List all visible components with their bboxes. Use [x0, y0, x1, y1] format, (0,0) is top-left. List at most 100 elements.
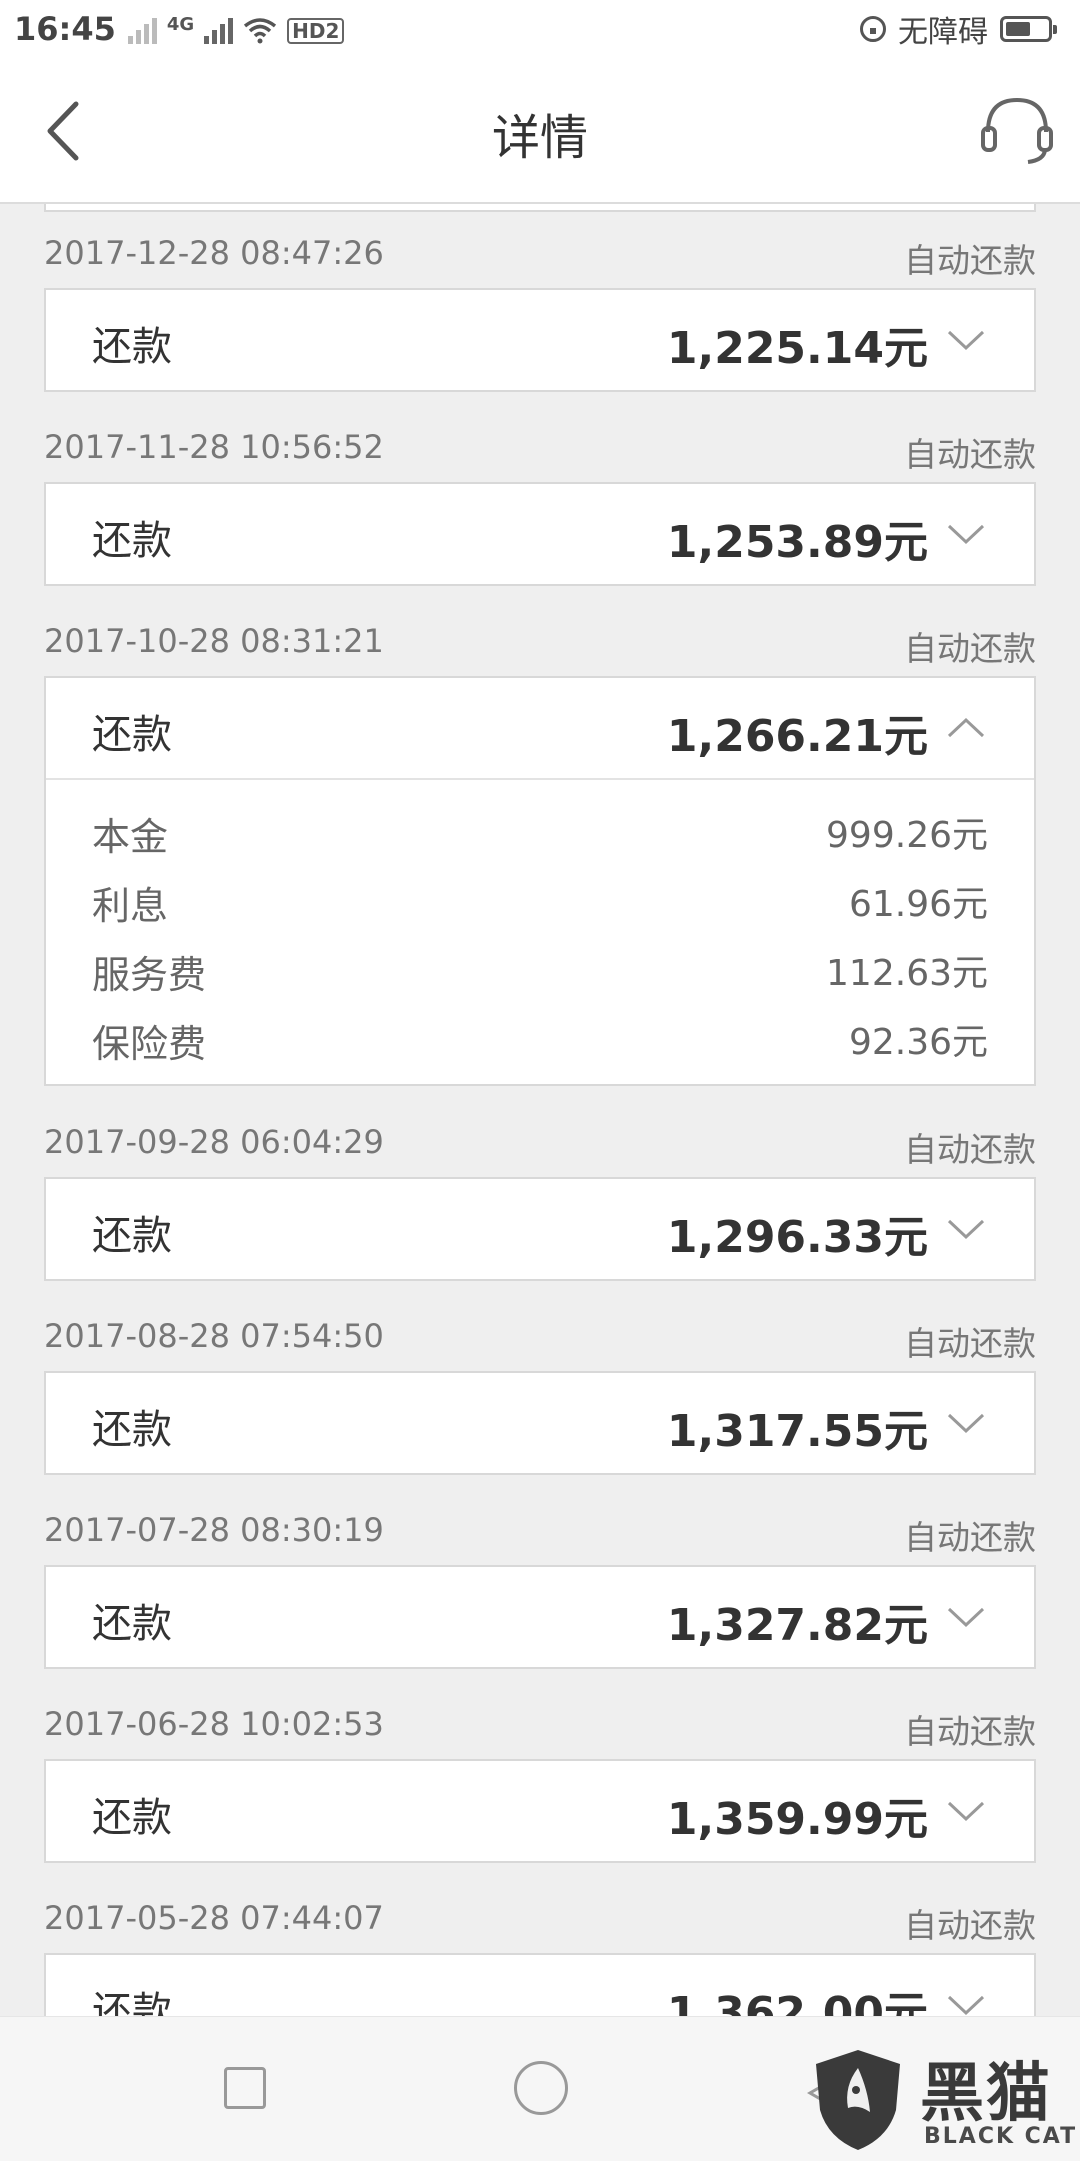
record-timestamp: 2017-12-28 08:47:26 [44, 234, 384, 272]
record-header: 2017-07-28 08:30:19 自动还款 [44, 1481, 1036, 1565]
rotation-lock-icon [860, 16, 886, 42]
record-header: 2017-06-28 10:02:53 自动还款 [44, 1675, 1036, 1759]
repayment-card[interactable]: 还款 1,317.55元 [44, 1371, 1036, 1475]
wifi-icon [244, 18, 277, 44]
breakdown-label: 本金 [92, 815, 169, 859]
repayment-amount: 1,327.82元 [666, 1600, 928, 1651]
signal-icon-sim2 [204, 16, 234, 44]
breakdown-value: 112.63元 [826, 953, 988, 994]
chevron-up-icon[interactable] [946, 716, 986, 740]
battery-icon [1000, 16, 1057, 42]
record-timestamp: 2017-05-28 07:44:07 [44, 1899, 384, 1937]
chevron-down-icon[interactable] [946, 1799, 986, 1823]
breakdown-row-service-fee: 服务费 112.63元 [46, 934, 1034, 1003]
repayment-amount: 1,317.55元 [666, 1406, 928, 1457]
repayment-row[interactable]: 还款 1,266.21元 [46, 678, 1034, 778]
page-title: 详情 [491, 110, 588, 166]
repayment-card[interactable]: 还款 1,266.21元 本金 999.26元 利息 61.96元 服务费 11… [44, 676, 1036, 1086]
watermark-logo: 黑猫 BLACK CAT [808, 2040, 1080, 2160]
repayment-record: 2017-07-28 08:30:19 自动还款 还款 1,327.82元 [44, 1481, 1036, 1669]
status-right: 无障碍 [860, 7, 1057, 51]
breakdown-row-principal: 本金 999.26元 [46, 796, 1034, 865]
chevron-down-icon[interactable] [946, 522, 986, 546]
record-method: 自动还款 [904, 1130, 1036, 1169]
customer-service-headset-icon[interactable] [978, 92, 1056, 166]
repayment-label: 还款 [92, 1795, 172, 1841]
record-method: 自动还款 [904, 1906, 1036, 1945]
breakdown-label: 利息 [92, 884, 169, 928]
repayment-amount: 1,253.89元 [666, 517, 928, 568]
status-time: 16:45 [14, 10, 116, 48]
repayment-card[interactable]: 还款 1,225.14元 [44, 288, 1036, 392]
repayment-record: 2017-11-28 10:56:52 自动还款 还款 1,253.89元 [44, 398, 1036, 586]
record-header: 2017-05-28 07:44:07 自动还款 [44, 1869, 1036, 1953]
breakdown-value: 61.96元 [848, 884, 988, 925]
watermark-english-text: BLACK CAT [924, 2124, 1078, 2149]
repayment-label: 还款 [92, 1213, 172, 1259]
repayment-amount: 1,225.14元 [666, 323, 928, 374]
repayment-label: 还款 [92, 518, 172, 564]
breakdown-row-insurance-fee: 保险费 92.36元 [46, 1003, 1034, 1072]
repayment-row[interactable]: 还款 1,362.00元 [46, 1955, 1034, 2016]
record-header: 2017-08-28 07:54:50 自动还款 [44, 1287, 1036, 1371]
hd-voice-badge: HD2 [287, 18, 345, 44]
status-bar: 16:45 4G HD2 无障碍 [0, 0, 1080, 58]
repayment-record: 2017-05-28 07:44:07 自动还款 还款 1,362.00元 [44, 1869, 1036, 2016]
record-method: 自动还款 [904, 1324, 1036, 1363]
repayment-row[interactable]: 还款 1,225.14元 [46, 290, 1034, 390]
cat-shield-logo-icon [816, 2050, 900, 2150]
repayment-label: 还款 [92, 712, 172, 758]
record-method: 自动还款 [904, 1518, 1036, 1557]
home-icon[interactable] [514, 2061, 568, 2115]
repayment-card[interactable]: 还款 1,362.00元 [44, 1953, 1036, 2016]
record-method: 自动还款 [904, 629, 1036, 668]
repayment-row[interactable]: 还款 1,296.33元 [46, 1179, 1034, 1279]
repayment-label: 还款 [92, 1989, 172, 2016]
repayment-record: 2017-08-28 07:54:50 自动还款 还款 1,317.55元 [44, 1287, 1036, 1475]
repayment-record: 2017-09-28 06:04:29 自动还款 还款 1,296.33元 [44, 1093, 1036, 1281]
record-header: 2017-12-28 08:47:26 自动还款 [44, 204, 1036, 288]
repayment-card[interactable]: 还款 1,296.33元 [44, 1177, 1036, 1281]
repayment-card[interactable]: 还款 1,253.89元 [44, 482, 1036, 586]
repayment-breakdown: 本金 999.26元 利息 61.96元 服务费 112.63元 保险费 92.… [46, 778, 1034, 1084]
network-type-label: 4G [166, 14, 195, 35]
record-header: 2017-10-28 08:31:21 自动还款 [44, 592, 1036, 676]
repayment-amount: 1,266.21元 [666, 711, 928, 762]
chevron-down-icon[interactable] [946, 1217, 986, 1241]
chevron-down-icon[interactable] [946, 1411, 986, 1435]
breakdown-value: 92.36元 [848, 1022, 988, 1063]
navigation-bar: 详情 [0, 58, 1080, 204]
record-timestamp: 2017-07-28 08:30:19 [44, 1511, 384, 1549]
repayment-label: 还款 [92, 1407, 172, 1453]
chevron-down-icon[interactable] [946, 328, 986, 352]
record-method: 自动还款 [904, 1712, 1036, 1751]
repayment-amount: 1,362.00元 [666, 1988, 928, 2016]
record-timestamp: 2017-11-28 10:56:52 [44, 428, 384, 466]
repayment-row[interactable]: 还款 1,317.55元 [46, 1373, 1034, 1473]
record-timestamp: 2017-09-28 06:04:29 [44, 1123, 384, 1161]
repayment-list[interactable]: 2017-12-28 08:47:26 自动还款 还款 1,225.14元 20… [0, 204, 1080, 2016]
repayment-amount: 1,359.99元 [666, 1794, 928, 1845]
recent-apps-icon[interactable] [224, 2067, 266, 2109]
record-header: 2017-09-28 06:04:29 自动还款 [44, 1093, 1036, 1177]
record-timestamp: 2017-08-28 07:54:50 [44, 1317, 384, 1355]
record-header: 2017-11-28 10:56:52 自动还款 [44, 398, 1036, 482]
repayment-card[interactable]: 还款 1,327.82元 [44, 1565, 1036, 1669]
record-method: 自动还款 [904, 435, 1036, 474]
repayment-amount: 1,296.33元 [666, 1212, 928, 1263]
repayment-row[interactable]: 还款 1,327.82元 [46, 1567, 1034, 1667]
accessibility-label: 无障碍 [898, 15, 988, 50]
breakdown-label: 保险费 [92, 1022, 207, 1066]
repayment-label: 还款 [92, 1601, 172, 1647]
repayment-label: 还款 [92, 324, 172, 370]
chevron-down-icon[interactable] [946, 1993, 986, 2016]
repayment-record: 2017-12-28 08:47:26 自动还款 还款 1,225.14元 [44, 204, 1036, 392]
breakdown-value: 999.26元 [826, 815, 988, 856]
breakdown-row-interest: 利息 61.96元 [46, 865, 1034, 934]
repayment-row[interactable]: 还款 1,253.89元 [46, 484, 1034, 584]
repayment-card[interactable]: 还款 1,359.99元 [44, 1759, 1036, 1863]
chevron-down-icon[interactable] [946, 1605, 986, 1629]
record-timestamp: 2017-06-28 10:02:53 [44, 1705, 384, 1743]
repayment-row[interactable]: 还款 1,359.99元 [46, 1761, 1034, 1861]
status-icons: 4G HD2 [127, 14, 345, 44]
